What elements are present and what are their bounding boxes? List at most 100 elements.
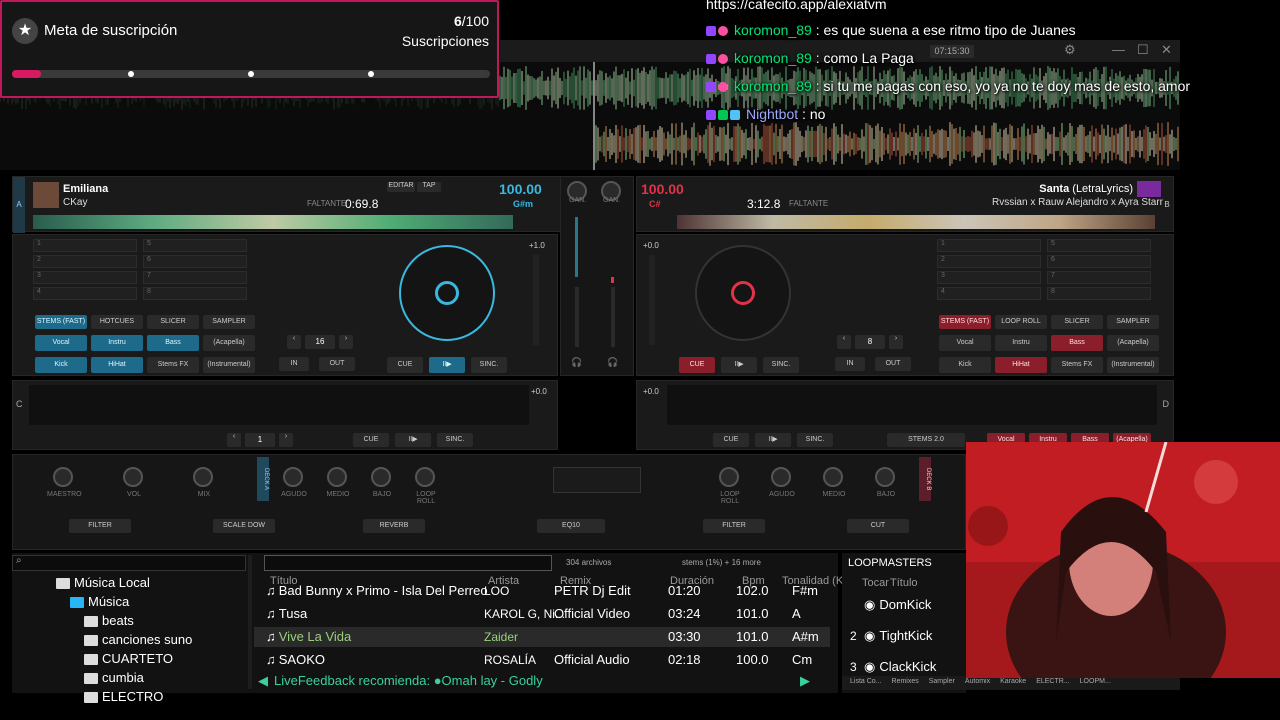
pad-tab[interactable]: SAMPLER — [203, 315, 255, 329]
pad-button[interactable]: HiHat — [91, 357, 143, 373]
status-bar-item[interactable]: Karaoke — [1000, 678, 1026, 685]
deck-c-loop-prev[interactable]: ‹ — [227, 433, 241, 447]
pad-tab[interactable]: STEMS (FAST) — [35, 315, 87, 329]
deck-a-play-button[interactable]: II▶ — [429, 357, 465, 373]
deck-c-play-button[interactable]: II▶ — [395, 433, 431, 447]
hotcue-slot[interactable]: 5 — [143, 239, 247, 252]
headphone-icon-right[interactable]: 🎧 — [607, 357, 618, 368]
fx-scale-down[interactable]: SCALE DOW — [213, 519, 275, 533]
track-row[interactable]: ♫ SAOKO ROSALÍA Official Audio 02:18 100.0 Cm — [254, 650, 830, 670]
deck-c-letter[interactable]: C — [16, 399, 23, 409]
status-bar-item[interactable]: Lista Co... — [850, 678, 882, 685]
status-bar-item[interactable]: Automix — [965, 678, 990, 685]
mixer-knob[interactable] — [53, 467, 73, 487]
headphone-icon-left[interactable]: 🎧 — [571, 357, 582, 368]
track-search-input[interactable] — [264, 555, 552, 571]
pad-button[interactable]: Bass — [147, 335, 199, 351]
deck-c-sync-button[interactable]: SINC. — [437, 433, 473, 447]
pad-button[interactable]: Kick — [35, 357, 87, 373]
mixer-knob[interactable] — [283, 467, 303, 487]
loopmasters-item[interactable]: 2 ◉ TightKick — [850, 628, 932, 644]
pad-button[interactable]: (Instrumental) — [203, 357, 255, 373]
folder-tree-item[interactable]: cumbia — [84, 670, 144, 685]
mixer-knob[interactable] — [327, 467, 347, 487]
hotcue-slot[interactable]: 8 — [1047, 287, 1151, 300]
mixer-knob[interactable] — [823, 467, 843, 487]
pad-button[interactable]: (Instrumental) — [1107, 357, 1159, 373]
track-row[interactable]: ♫ Bad Bunny x Primo - Isla Del Perreo LOO P… — [254, 581, 830, 601]
folder-tree-item[interactable]: CUARTETO — [84, 651, 173, 666]
deck-a-loop-next[interactable]: › — [339, 335, 353, 349]
status-bar-item[interactable]: Sampler — [929, 678, 955, 685]
deck-b-loop-next[interactable]: › — [889, 335, 903, 349]
deck-c-loop-size[interactable]: 1 — [245, 433, 275, 447]
folder-tree-item[interactable]: Música — [70, 594, 129, 609]
deck-a-letter[interactable]: A — [13, 177, 25, 233]
folder-tree-item[interactable]: ELECTRO — [84, 689, 163, 704]
hotcue-slot[interactable]: 4 — [33, 287, 137, 300]
deck-b-pitch-slider[interactable] — [649, 255, 655, 345]
deck-a-pitch-slider[interactable] — [533, 255, 539, 345]
deck-a-tap-button[interactable]: TAP — [417, 182, 441, 192]
mixer-knob[interactable] — [875, 467, 895, 487]
crossfader[interactable] — [553, 467, 641, 493]
hotcue-slot[interactable]: 3 — [937, 271, 1041, 284]
status-bar-item[interactable]: LOOPM... — [1080, 678, 1111, 685]
deck-a-sync-button[interactable]: SINC. — [471, 357, 507, 373]
deck-b-sync-button[interactable]: SINC. — [763, 357, 799, 373]
deck-c-loop-next[interactable]: › — [279, 433, 293, 447]
deck-a-loop-size[interactable]: 16 — [305, 335, 335, 349]
deck-d-sync-button[interactable]: SINC. — [797, 433, 833, 447]
hotcue-slot[interactable]: 6 — [143, 255, 247, 268]
hotcue-slot[interactable]: 2 — [33, 255, 137, 268]
chat-username[interactable]: koromon_89 — [734, 50, 812, 66]
pad-tab[interactable]: LOOP ROLL — [995, 315, 1047, 329]
deck-b-tab[interactable]: DECK B — [919, 457, 931, 501]
chat-username[interactable]: koromon_89 — [734, 78, 812, 94]
deck-b-waveform[interactable] — [677, 215, 1155, 229]
deck-b-loop-size[interactable]: 8 — [855, 335, 885, 349]
tree-scrollbar[interactable] — [248, 555, 252, 689]
deck-c-cue-button[interactable]: CUE — [353, 433, 389, 447]
chat-username[interactable]: Nightbot — [746, 106, 798, 122]
deck-b-out-button[interactable]: OUT — [875, 357, 911, 371]
pad-button[interactable]: Bass — [1051, 335, 1103, 351]
deck-c-waveform[interactable] — [29, 385, 529, 425]
pad-button[interactable]: Vocal — [939, 335, 991, 351]
folder-search-input[interactable] — [12, 555, 246, 571]
pad-button[interactable]: Instru — [91, 335, 143, 351]
deck-b-in-button[interactable]: IN — [835, 357, 865, 371]
pad-button[interactable]: Stems FX — [147, 357, 199, 373]
mixer-knob[interactable] — [123, 467, 143, 487]
deck-a-cue-button[interactable]: CUE — [387, 357, 423, 373]
volume-fader-right[interactable] — [611, 287, 615, 347]
deck-a-tab[interactable]: DECK A — [257, 457, 269, 501]
pad-tab[interactable]: SAMPLER — [1107, 315, 1159, 329]
fx-filter-left[interactable]: FILTER — [69, 519, 131, 533]
deck-d-play-button[interactable]: II▶ — [755, 433, 791, 447]
mixer-knob[interactable] — [771, 467, 791, 487]
pad-button[interactable]: Kick — [939, 357, 991, 373]
deck-b-play-button[interactable]: II▶ — [721, 357, 757, 373]
pad-button[interactable]: HiHat — [995, 357, 1047, 373]
hotcue-slot[interactable]: 1 — [937, 239, 1041, 252]
search-icon[interactable]: ⌕ — [16, 555, 22, 566]
deck-b-cue-button[interactable]: CUE — [679, 357, 715, 373]
deck-a-edit-button[interactable]: EDITAR — [387, 182, 415, 192]
maximize-icon[interactable]: ☐ — [1137, 42, 1149, 58]
mixer-knob[interactable] — [371, 467, 391, 487]
play-icon[interactable]: ◀ — [258, 673, 268, 688]
fx-filter-right[interactable]: FILTER — [703, 519, 765, 533]
pad-button[interactable]: Vocal — [35, 335, 87, 351]
hotcue-slot[interactable]: 1 — [33, 239, 137, 252]
minimize-icon[interactable]: — — [1112, 42, 1125, 57]
loopmasters-item[interactable]: 3 ◉ ClackKick — [850, 659, 936, 675]
pad-tab[interactable]: STEMS (FAST) — [939, 315, 991, 329]
status-bar-item[interactable]: ELECTR... — [1036, 678, 1069, 685]
volume-fader-left[interactable] — [575, 287, 579, 347]
pad-tab[interactable]: SLICER — [147, 315, 199, 329]
fx-cut[interactable]: CUT — [847, 519, 909, 533]
deck-d-waveform[interactable] — [667, 385, 1157, 425]
pad-button[interactable]: (Acapella) — [203, 335, 255, 351]
pad-tab[interactable]: HOTCUES — [91, 315, 143, 329]
